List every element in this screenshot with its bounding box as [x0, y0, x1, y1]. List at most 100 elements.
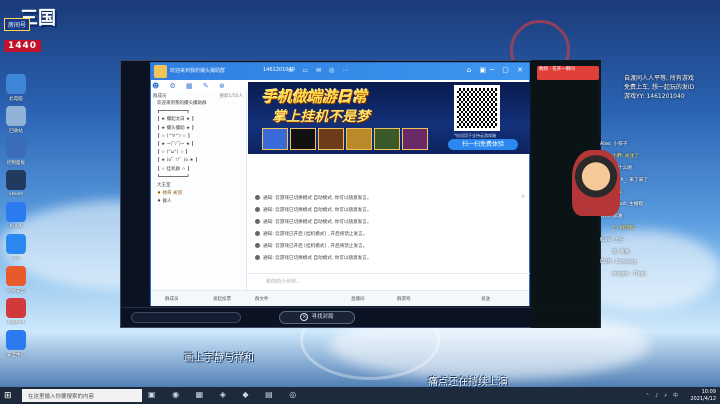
notice-message: 通知: 云游戏已切换模式 自动模式, 你可以随意发言。 ✕	[255, 195, 527, 207]
desktop-icon[interactable]: KOOK	[2, 202, 30, 229]
system-tray[interactable]: ⌃ ♪ ⚡ 中	[645, 392, 680, 399]
notice-text: 通知: 云游戏已开启 [挂机模式] , 开启将禁止发言。	[263, 244, 368, 249]
info-icon	[255, 195, 260, 200]
desktop-icon[interactable]: 安全中心	[2, 330, 30, 358]
member-row[interactable]: ┃ ★ (o゜▽゜)o ★ ┃	[151, 157, 246, 165]
notice-text: 通知: 云游戏已开启 [挂机模式] , 开启将禁止发言。	[263, 232, 368, 237]
danmu-comment: DOH - Crossing	[600, 260, 637, 265]
toolbar-icons[interactable]: ⌂ ▣	[467, 66, 489, 74]
window-controls[interactable]: ─ ▢ ✕	[490, 66, 526, 74]
footer-item[interactable]: 直播间	[351, 296, 365, 302]
caption-right: 痛点还在持续上演	[428, 377, 508, 388]
qq-tabs[interactable]: ☻ ⚙ ▦ ✎ ⊕	[152, 82, 229, 90]
group-avatar[interactable]	[154, 65, 167, 78]
desktop-icon-label: Steam	[8, 192, 24, 197]
taskbar: ⊞ 在这里输入你要搜索的内容 ▣ ◉ ▦ ◈ ◆ ▤ ◎ ⌃ ♪ ⚡ 中 10:…	[0, 387, 720, 404]
member-row[interactable]: 大王室	[151, 182, 246, 190]
danmu-comment: dragon - Dogs	[612, 272, 646, 277]
find-match-button[interactable]: × 寻找对局	[279, 311, 355, 324]
game-thumb	[290, 128, 316, 150]
member-row[interactable]: ♦ 帅哥 关羽	[151, 190, 246, 198]
header-icons[interactable]: ☏ ▭ ✉ ◎ ⋯	[287, 67, 351, 74]
footer-item[interactable]: 发起投票	[213, 296, 231, 302]
app-icon	[6, 106, 26, 126]
danmu-comment: 风: 看看	[612, 250, 630, 255]
member-row[interactable]: ┗━━━━━━━━━━┛	[151, 174, 246, 182]
room-number: 1440	[4, 40, 42, 52]
notice-message: 通知: 云游戏已切换模式 自动模式, 你可以随意发言。	[255, 255, 527, 267]
desktop-icon[interactable]: 回收站	[2, 106, 30, 134]
desktop-icon[interactable]: 控制面板	[2, 138, 30, 166]
taskbar-search-input[interactable]: 在这里输入你要搜索的内容	[22, 389, 142, 402]
danmu-comment: Kuro: 上分	[600, 238, 624, 243]
member-row[interactable]: 欢迎来到我的撮头撮助群	[151, 100, 246, 108]
stream-notice: 自渡同人人平等, 所有游戏 免费上车, 想一起玩的发ID 游戏YY: 1461201…	[624, 74, 694, 101]
app-icon	[6, 202, 26, 222]
qq-footer: 群成员 发起投票 群文件 直播间 群游戏 发送	[151, 290, 529, 306]
member-row[interactable]: ┏━━━━━━━━━━┓	[151, 108, 246, 116]
game-thumb	[374, 128, 400, 150]
member-row[interactable]: ♦ 群人	[151, 198, 246, 206]
notice-text: 通知: 云游戏已切换模式 自动模式, 你可以随意发言。	[263, 208, 372, 213]
notice-message: 通知: 云游戏已开启 [挂机模式] , 开启将禁止发言。	[255, 243, 527, 255]
qq-header: 欢迎来到我的撮头撮助群 1461201040 ☏ ▭ ✉ ◎ ⋯ ⌂ ▣ ─ ▢…	[151, 63, 529, 80]
info-icon	[255, 243, 260, 248]
notice-text: 通知: 云游戏已切换模式 自动模式, 你可以随意发言。	[263, 256, 372, 261]
app-icon	[6, 170, 26, 190]
app-icon	[6, 234, 26, 254]
footer-item[interactable]: 群成员	[165, 296, 179, 302]
danmu-comment: 小野: 关注了	[612, 154, 640, 159]
app-icon	[6, 330, 26, 350]
member-row[interactable]: ┃ ★ 撮头撮助 ★ ┃	[151, 125, 246, 133]
room-badge: 房间号	[4, 18, 31, 31]
info-icon	[255, 207, 260, 212]
desktop-icon[interactable]: Steam	[2, 170, 30, 197]
desktop-icon-label: 此电脑	[9, 97, 23, 102]
desktop-icon[interactable]: 火绒安全	[2, 266, 30, 294]
desktop-icon-label: QQ	[12, 256, 20, 261]
group-title: 欢迎来到我的撮头撮助群	[170, 68, 226, 74]
member-row[interactable]: ┃ ★ 撮起太白 ★ ┃	[151, 116, 246, 124]
stream-notice-line: 自渡同人人平等, 所有游戏	[624, 75, 694, 82]
danmu-comment: Aise: 小孩子	[600, 142, 628, 147]
caption-left: 画上宇静与祥和	[184, 353, 254, 364]
desktop-icon[interactable]: 此电脑	[2, 74, 30, 102]
emulator-sidebar	[121, 87, 149, 317]
member-row[interactable]: ┃ ☆ 挂机群 ☆ ┃	[151, 166, 246, 174]
stream-notice-line: 游戏YY: 1461201040	[624, 93, 685, 100]
footer-item[interactable]: 发送	[481, 296, 490, 302]
dismiss-icon[interactable]: ✕	[521, 195, 525, 200]
member-row[interactable]: ┃ ☆ (^∀^) ☆ ┃	[151, 133, 246, 141]
notice-message: 通知: 云游戏已开启 [挂机模式] , 开启将禁止发言。	[255, 231, 527, 243]
windows-start-icon[interactable]: ⊞	[4, 391, 14, 401]
app-icon	[6, 138, 26, 158]
clock: 10:09 2021/4/12	[690, 389, 716, 402]
info-icon	[255, 219, 260, 224]
game-thumb	[262, 128, 288, 150]
emulator-chat-input[interactable]	[131, 312, 241, 323]
taskbar-apps[interactable]: ▣ ◉ ▦ ◈ ◆ ▤ ◎	[148, 390, 303, 399]
message-input[interactable]: 和你的小伙伴...	[248, 273, 530, 287]
character-art	[572, 150, 620, 216]
member-row[interactable]: ┃ ★ ~(‾▿‾)~ ★ ┃	[151, 141, 246, 149]
notice-text: 通知: 云游戏已切换模式 自动模式, 你可以随意发言。	[263, 196, 372, 201]
app-icon	[6, 74, 26, 94]
game-thumb	[346, 128, 372, 150]
desktop-icon-label: 控制面板	[7, 161, 25, 166]
game-thumb	[318, 128, 344, 150]
member-sidebar-header: 群成员 搜索1/50人	[153, 94, 243, 99]
member-sidebar: 群成员 搜索1/50人 欢迎来到我的撮头撮助群 ┏━━━━━━━━━━┓ ┃ ★ 撮…	[151, 91, 247, 291]
danmu-comment: 七: 好玩吗	[612, 226, 635, 231]
ad-banner[interactable]: 手机做端游日常 掌上挂机不是梦 *仅适用于支持云游戏端 扫一扫免费体验	[248, 82, 530, 154]
desktop-icon[interactable]: Legend	[2, 298, 30, 325]
footer-item[interactable]: 群文件	[255, 296, 269, 302]
desktop-icon[interactable]: QQ	[2, 234, 30, 261]
notice-text: 通知: 云游戏已切换模式 自动模式, 你可以随意发言。	[263, 220, 372, 225]
scan-button[interactable]: 扫一扫免费体验	[448, 139, 518, 150]
footer-item[interactable]: 群游戏	[397, 296, 411, 302]
qr-code	[454, 85, 500, 131]
live-title-bar: 晚场 · 花开一瞬间	[537, 66, 599, 80]
member-row[interactable]: ┃ ☆ (°ω°) ☆ ┃	[151, 149, 246, 157]
notice-message: 通知: 云游戏已切换模式 自动模式, 你可以随意发言。	[255, 219, 527, 231]
message-list: 通知: 云游戏已切换模式 自动模式, 你可以随意发言。 ✕ 通知: 云游戏已切换模式…	[255, 195, 527, 267]
